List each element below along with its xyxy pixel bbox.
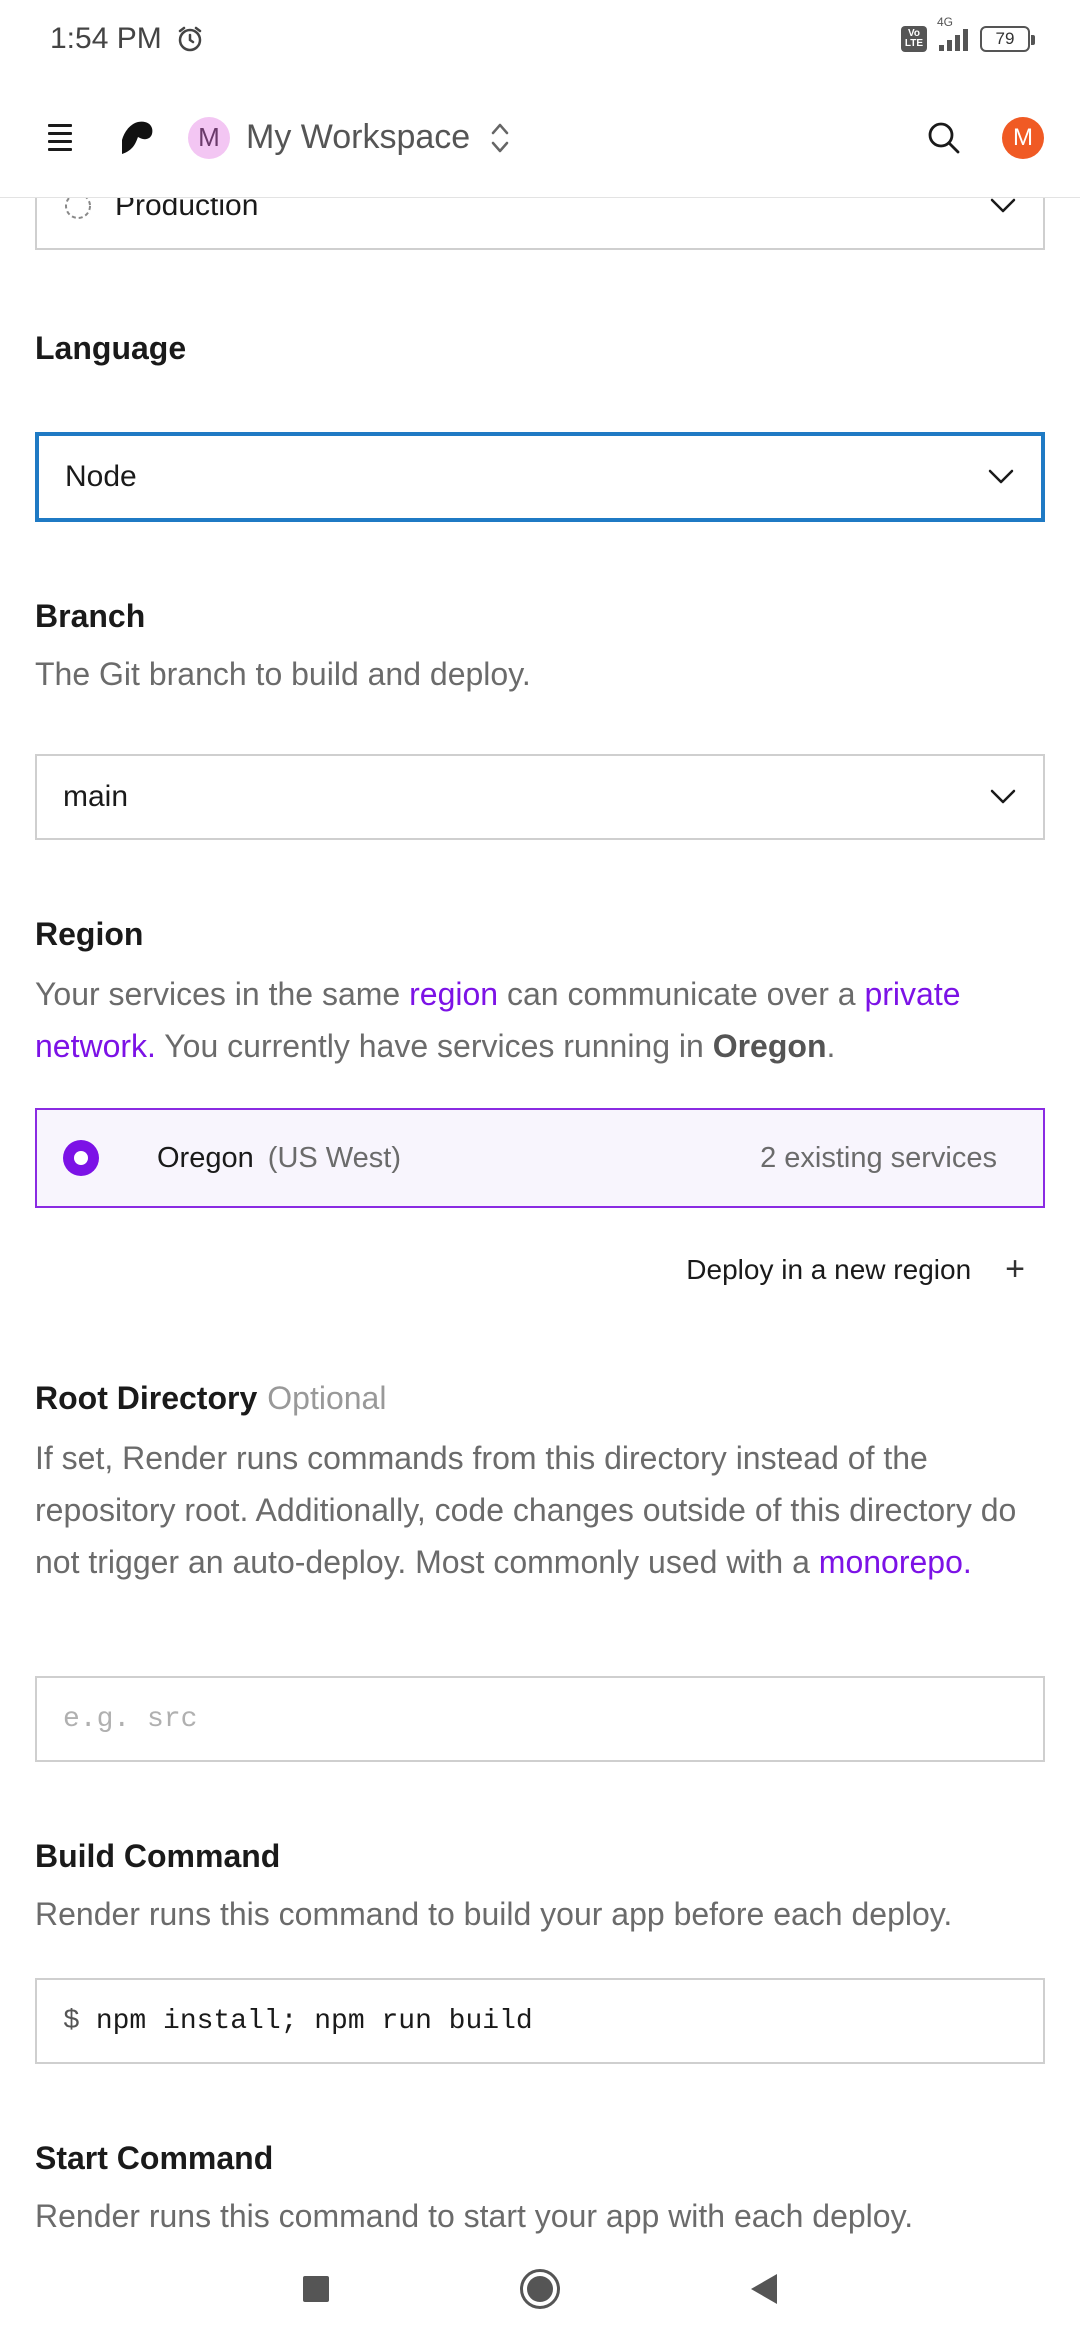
- region-link[interactable]: region: [409, 976, 498, 1012]
- region-desc-text: can communicate over a: [498, 976, 865, 1012]
- branch-heading: Branch: [35, 598, 146, 634]
- root-directory-description: If set, Render runs commands from this d…: [35, 1432, 1045, 1588]
- header-actions: M: [926, 116, 1044, 159]
- language-value: Node: [65, 460, 137, 493]
- app-header: M My Workspace M: [0, 78, 1080, 198]
- region-description: Your services in the same region can com…: [35, 968, 1045, 1072]
- hamburger-menu-icon[interactable]: [36, 114, 84, 162]
- build-command-description: Render runs this command to build your a…: [35, 1896, 953, 1932]
- region-desc-text: .: [826, 1028, 836, 1064]
- environment-value: Production: [115, 198, 259, 222]
- root-directory-placeholder: e.g. src: [63, 1703, 198, 1735]
- region-option-sub: (US West): [267, 1141, 401, 1174]
- workspace-name[interactable]: My Workspace: [246, 118, 470, 157]
- home-button[interactable]: [428, 2269, 652, 2309]
- region-desc-text: You currently have services running in: [155, 1028, 713, 1064]
- search-icon[interactable]: [926, 120, 962, 156]
- chevron-down-icon: [988, 469, 1014, 484]
- deploy-new-region-button[interactable]: Deploy in a new region +: [686, 1250, 1025, 1289]
- root-directory-input[interactable]: e.g. src: [35, 1676, 1045, 1762]
- status-right: Vo LTE 4G 79: [901, 15, 1035, 52]
- root-directory-title: Root Directory: [35, 1380, 258, 1416]
- branch-description: The Git branch to build and deploy.: [35, 656, 531, 692]
- home-circle-icon: [520, 2269, 560, 2309]
- battery-level: 79: [995, 29, 1015, 48]
- plus-icon: +: [1005, 1250, 1025, 1288]
- environment-select[interactable]: Production: [35, 198, 1045, 250]
- environment-dashed-circle-icon: [65, 198, 91, 219]
- build-command-heading: Build Command: [35, 1838, 281, 1874]
- language-select[interactable]: Node: [35, 432, 1045, 522]
- chevron-down-icon: [990, 198, 1016, 213]
- branch-value: main: [63, 780, 129, 813]
- recents-button[interactable]: [204, 2276, 428, 2302]
- current-region-name: Oregon: [712, 1028, 827, 1064]
- recents-square-icon: [303, 2276, 329, 2302]
- start-command-description: Render runs this command to start your a…: [35, 2198, 914, 2234]
- volte-icon: Vo LTE: [901, 26, 927, 52]
- status-time-group: 1:54 PM: [50, 22, 204, 56]
- region-option-oregon[interactable]: Oregon (US West) 2 existing services: [35, 1108, 1045, 1208]
- alarm-icon: [178, 26, 201, 52]
- workspace-avatar[interactable]: M: [188, 116, 230, 159]
- chevron-down-icon: [990, 789, 1016, 804]
- build-command-input[interactable]: $ npm install; npm run build: [35, 1978, 1045, 2064]
- monorepo-link[interactable]: monorepo.: [819, 1544, 972, 1580]
- battery-icon: 79: [980, 26, 1035, 52]
- root-directory-heading: Root Directory Optional: [35, 1380, 386, 1417]
- branch-select[interactable]: main: [35, 754, 1045, 840]
- language-heading: Language: [35, 330, 187, 366]
- back-button[interactable]: [652, 2274, 876, 2304]
- workspace-switch-chevron-icon[interactable]: [490, 120, 510, 156]
- user-avatar[interactable]: M: [1002, 116, 1044, 159]
- shell-prompt: $: [63, 2005, 80, 2037]
- region-desc-text: Your services in the same: [35, 976, 410, 1012]
- form-content[interactable]: Production Language Node Branch The Git …: [0, 198, 1080, 2238]
- render-logo-icon[interactable]: [108, 110, 164, 166]
- signal-icon: 4G: [937, 15, 968, 51]
- deploy-new-region-label: Deploy in a new region: [686, 1253, 972, 1285]
- region-option-name: Oregon: [157, 1141, 254, 1174]
- region-option-label: Oregon (US West): [157, 1142, 401, 1175]
- start-command-heading: Start Command: [35, 2140, 274, 2176]
- status-time: 1:54 PM: [50, 22, 162, 55]
- network-type: 4G: [937, 15, 954, 29]
- back-triangle-icon: [751, 2274, 777, 2304]
- region-existing-count: 2 existing services: [760, 1141, 997, 1174]
- optional-tag: Optional: [267, 1380, 387, 1416]
- status-bar: 1:54 PM Vo LTE 4G 79: [0, 0, 1080, 78]
- region-heading: Region: [35, 916, 144, 952]
- system-nav-bar: [0, 2238, 1080, 2340]
- build-command-value: npm install; npm run build: [95, 2005, 533, 2037]
- region-radio-selected[interactable]: [63, 1140, 99, 1176]
